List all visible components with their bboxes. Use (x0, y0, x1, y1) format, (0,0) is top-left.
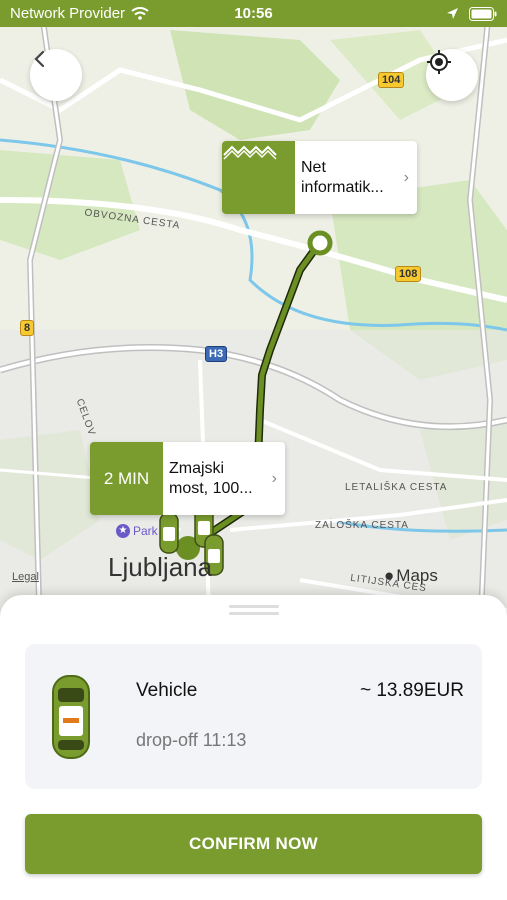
destination-logo-icon (222, 141, 295, 214)
map-label-letaliska: LETALIŠKA CESTA (345, 482, 448, 493)
legal-link[interactable]: Legal (12, 571, 39, 583)
city-label: Ljubljana (108, 552, 213, 582)
destination-title-line1: Net (301, 158, 326, 176)
location-target-icon (427, 50, 451, 74)
road-8-badge: 8 (20, 320, 35, 336)
pickup-eta: 2 MIN (90, 442, 163, 515)
recenter-location-button[interactable] (426, 49, 478, 101)
road-h3-badge: H3 (205, 346, 228, 362)
destination-title-line2: informatik... (301, 178, 384, 196)
pickup-line2: most, 100... (169, 479, 253, 497)
apple-maps-attribution: ● Maps (384, 566, 438, 586)
status-bar: Network Provider 10:56 (0, 0, 507, 27)
battery-icon (469, 6, 497, 21)
road-104-badge: 104 (378, 72, 405, 88)
map-view[interactable]: 104 108 8 H3 OBVOZNA CESTA CELOV LETALIŠ… (0, 0, 507, 640)
destination-callout[interactable]: Net informatik... › (222, 141, 417, 214)
wifi-icon (131, 7, 149, 20)
road-108-badge: 108 (395, 266, 422, 282)
ride-bottom-sheet[interactable]: Vehicle ~ 13.89EUR drop-off 11:13 CONFIR… (0, 595, 507, 900)
confirm-now-button[interactable]: CONFIRM NOW (25, 814, 482, 874)
location-arrow-icon (447, 8, 458, 19)
dropoff-time: drop-off 11:13 (136, 730, 247, 750)
park-label: Park (133, 524, 158, 538)
map-label-zaloska: ZALOŠKA CESTA (315, 520, 409, 531)
price-estimate: ~ 13.89EUR (359, 680, 464, 701)
maps-label: Maps (396, 566, 438, 585)
apple-logo-icon: ● (384, 566, 395, 585)
chevron-right-icon: › (271, 469, 277, 487)
star-icon: ★ (116, 524, 130, 538)
sheet-drag-handle[interactable] (229, 605, 279, 617)
chevron-right-icon: › (403, 168, 409, 186)
pickup-callout[interactable]: 2 MIN Zmajski most, 100... › (90, 442, 285, 515)
taxi-car-icon (52, 675, 90, 759)
vehicle-label: Vehicle (136, 680, 198, 701)
chevron-left-icon (34, 50, 45, 68)
back-button[interactable] (30, 49, 82, 101)
carrier-name: Network Provider (10, 5, 126, 22)
ride-confirmation-screen: 104 108 8 H3 OBVOZNA CESTA CELOV LETALIŠ… (0, 0, 507, 900)
park-poi[interactable]: ★ Park (116, 524, 158, 538)
ride-option-card[interactable]: Vehicle ~ 13.89EUR drop-off 11:13 (25, 644, 482, 789)
pickup-line1: Zmajski (169, 459, 225, 477)
